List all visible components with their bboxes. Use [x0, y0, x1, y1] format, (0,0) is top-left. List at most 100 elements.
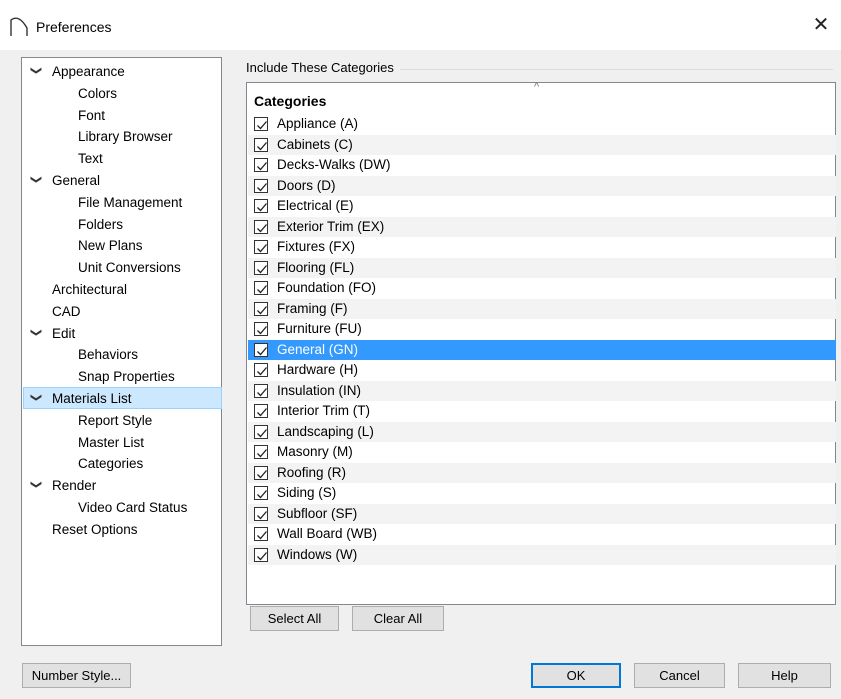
checkmark-icon [257, 387, 267, 396]
tree-item-general[interactable]: General [52, 170, 100, 192]
checkmark-icon [257, 285, 267, 294]
cancel-button[interactable]: Cancel [634, 663, 725, 688]
list-item[interactable]: Framing (F) [248, 298, 836, 319]
list-item[interactable]: Electrical (E) [248, 196, 836, 217]
list-item[interactable]: General (GN) [248, 339, 836, 360]
tree-item-file-management[interactable]: File Management [78, 192, 182, 214]
sort-indicator-icon[interactable]: ^ [534, 81, 539, 93]
list-item[interactable]: Decks-Walks (DW) [248, 155, 836, 176]
tree-item-cad[interactable]: CAD [52, 301, 81, 323]
preferences-tree[interactable]: ❯ Appearance Colors Font Library Browser Text… [21, 57, 222, 646]
tree-item-materials-list[interactable]: Materials List [52, 388, 132, 410]
tree-item-folders[interactable]: Folders [78, 214, 123, 236]
chevron-down-icon[interactable]: ❯ [25, 393, 47, 405]
tree-item-appearance[interactable]: Appearance [52, 61, 125, 83]
chevron-down-icon[interactable]: ❯ [25, 480, 47, 492]
tree-item-font[interactable]: Font [78, 105, 105, 127]
checkmark-icon [257, 346, 267, 355]
category-label: Wall Board (WB) [277, 526, 378, 541]
category-label: General (GN) [277, 341, 359, 357]
checkbox[interactable] [254, 117, 268, 131]
checkbox[interactable] [254, 547, 268, 562]
help-button[interactable]: Help [738, 663, 831, 688]
tree-item-categories[interactable]: Categories [78, 453, 143, 475]
tree-item-master-list[interactable]: Master List [78, 432, 144, 454]
checkbox[interactable] [254, 199, 268, 213]
checkbox[interactable] [254, 178, 268, 193]
list-item[interactable]: Roofing (R) [248, 462, 836, 483]
categories-list[interactable]: ^ Categories Appliance (A) Cabinets (C) De… [246, 81, 836, 605]
category-label: Insulation (IN) [277, 382, 362, 398]
checkbox[interactable] [254, 424, 268, 439]
tree-item-colors[interactable]: Colors [78, 83, 117, 105]
checkmark-icon [257, 531, 267, 540]
tree-item-render[interactable]: Render [52, 475, 96, 497]
number-style-button[interactable]: Number Style... [22, 663, 131, 688]
checkbox[interactable] [254, 158, 268, 172]
list-item[interactable]: Siding (S) [248, 483, 836, 504]
tree-item-report-style[interactable]: Report Style [78, 410, 152, 432]
tree-item-unit-conversions[interactable]: Unit Conversions [78, 257, 181, 279]
column-header[interactable]: Categories [254, 93, 326, 109]
list-item[interactable]: Furniture (FU) [248, 319, 836, 340]
list-item[interactable]: Doors (D) [248, 175, 836, 196]
tree-item-snap-properties[interactable]: Snap Properties [78, 366, 175, 388]
checkmark-icon [257, 264, 267, 273]
chevron-down-icon[interactable]: ❯ [25, 175, 47, 187]
list-item[interactable]: Windows (W) [248, 544, 836, 565]
checkbox[interactable] [254, 260, 268, 275]
close-button[interactable]: ✕ [801, 8, 841, 42]
list-item[interactable]: Exterior Trim (EX) [248, 216, 836, 237]
list-item[interactable]: Foundation (FO) [248, 278, 836, 299]
checkmark-icon [257, 223, 267, 232]
group-title: Include These Categories [246, 60, 400, 75]
chevron-down-icon[interactable]: ❯ [25, 66, 47, 78]
list-item[interactable]: Wall Board (WB) [248, 524, 836, 545]
tree-item-architectural[interactable]: Architectural [52, 279, 127, 301]
checkbox[interactable] [254, 383, 268, 398]
list-item[interactable]: Flooring (FL) [248, 257, 836, 278]
checkbox[interactable] [254, 281, 268, 295]
checkbox[interactable] [254, 301, 268, 316]
tree-item-text[interactable]: Text [78, 148, 103, 170]
list-item[interactable]: Masonry (M) [248, 442, 836, 463]
list-item[interactable]: Landscaping (L) [248, 421, 836, 442]
list-item[interactable]: Hardware (H) [248, 360, 836, 381]
clear-all-button[interactable]: Clear All [352, 606, 444, 631]
tree-item-edit[interactable]: Edit [52, 323, 75, 345]
category-label: Electrical (E) [277, 198, 354, 213]
list-item[interactable]: Appliance (A) [248, 114, 836, 135]
checkbox[interactable] [254, 363, 268, 377]
category-label: Flooring (FL) [277, 259, 355, 275]
checkbox[interactable] [254, 322, 268, 336]
list-item[interactable]: Fixtures (FX) [248, 237, 836, 258]
window-title: Preferences [36, 19, 112, 35]
checkbox[interactable] [254, 240, 268, 254]
ok-button[interactable]: OK [531, 663, 621, 688]
category-label: Furniture (FU) [277, 321, 362, 336]
category-label: Roofing (R) [277, 464, 347, 480]
category-label: Framing (F) [277, 300, 348, 316]
checkmark-icon [257, 469, 267, 478]
category-label: Appliance (A) [277, 116, 359, 131]
list-item[interactable]: Insulation (IN) [248, 380, 836, 401]
checkbox[interactable] [254, 486, 268, 500]
checkbox[interactable] [254, 404, 268, 418]
list-item[interactable]: Cabinets (C) [248, 134, 836, 155]
tree-item-new-plans[interactable]: New Plans [78, 235, 143, 257]
tree-item-library-browser[interactable]: Library Browser [78, 126, 173, 148]
tree-item-reset-options[interactable]: Reset Options [52, 519, 138, 541]
list-item[interactable]: Interior Trim (T) [248, 401, 836, 422]
select-all-button[interactable]: Select All [250, 606, 339, 631]
checkbox[interactable] [254, 465, 268, 480]
list-item[interactable]: Subfloor (SF) [248, 503, 836, 524]
checkbox[interactable] [254, 219, 268, 234]
tree-item-behaviors[interactable]: Behaviors [78, 344, 138, 366]
tree-item-video-card-status[interactable]: Video Card Status [78, 497, 187, 519]
checkbox[interactable] [254, 137, 268, 152]
checkbox[interactable] [254, 527, 268, 541]
checkbox[interactable] [254, 506, 268, 521]
checkbox[interactable] [254, 445, 268, 459]
chevron-down-icon[interactable]: ❯ [25, 328, 47, 340]
checkbox[interactable] [254, 342, 268, 357]
